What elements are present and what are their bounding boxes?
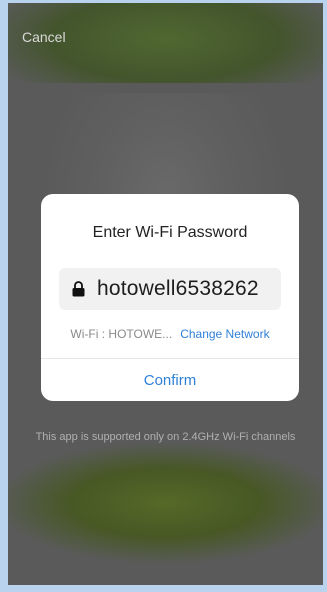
confirm-button[interactable]: Confirm xyxy=(41,359,299,401)
wifi-network-name: Wi-Fi : HOTOWE... xyxy=(70,327,173,341)
device-frame: Cancel Enter Wi-Fi Password hotowell6538… xyxy=(0,0,327,592)
wifi-password-dialog: Enter Wi-Fi Password hotowell6538262 Wi-… xyxy=(41,194,299,401)
network-row: Wi-Fi : HOTOWE... Change Network xyxy=(41,327,299,341)
support-note: This app is supported only on 2.4GHz Wi-… xyxy=(35,431,296,443)
lock-icon xyxy=(71,280,85,298)
cancel-button[interactable]: Cancel xyxy=(22,29,66,45)
password-value: hotowell6538262 xyxy=(97,277,259,300)
password-field[interactable]: hotowell6538262 xyxy=(59,268,281,310)
background-blur-bottom xyxy=(8,443,323,563)
screen: Cancel Enter Wi-Fi Password hotowell6538… xyxy=(8,3,323,585)
dialog-title: Enter Wi-Fi Password xyxy=(92,224,248,241)
change-network-link[interactable]: Change Network xyxy=(180,327,269,341)
